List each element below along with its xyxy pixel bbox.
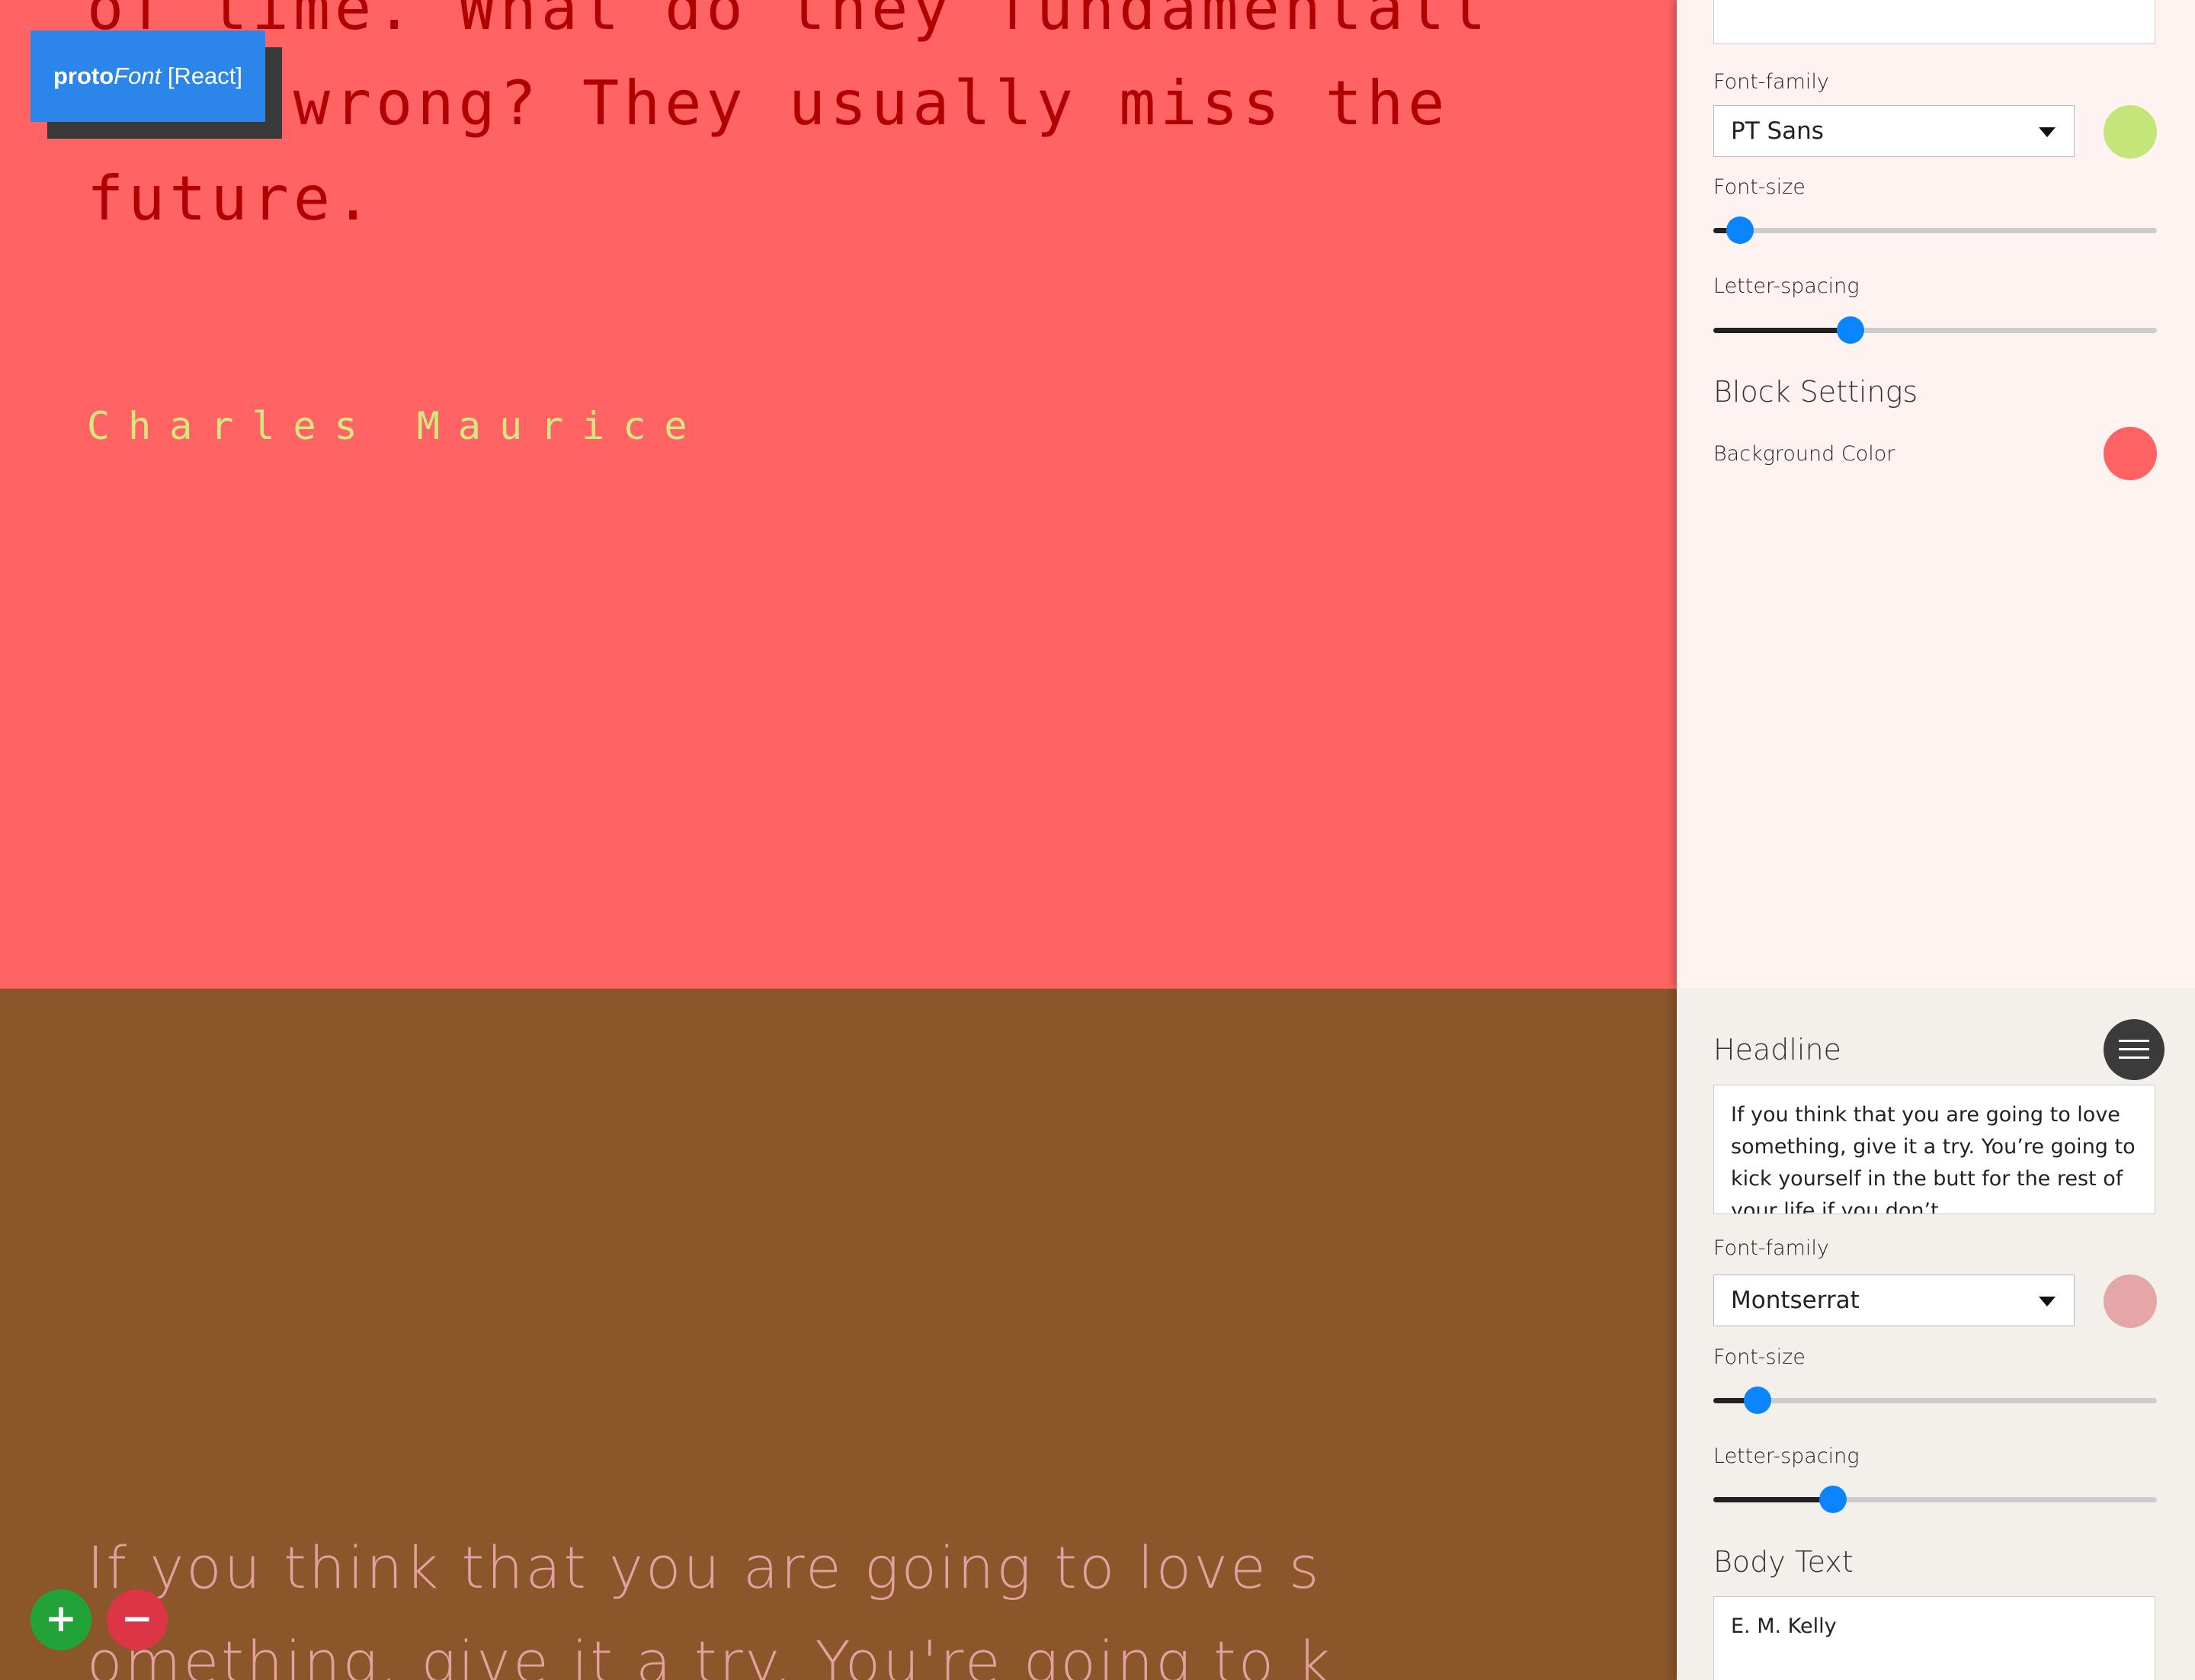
block-1-author-text: Charles Maurice — [87, 404, 706, 448]
add-block-button[interactable]: + — [30, 1589, 91, 1650]
body-text-input[interactable]: E. M. Kelly — [1713, 1596, 2155, 1680]
font-color-swatch[interactable] — [2104, 1274, 2157, 1328]
letter-spacing-label: Letter-spacing — [1713, 1444, 1860, 1468]
letter-spacing-slider[interactable] — [1713, 315, 2157, 345]
font-family-value: PT Sans — [1731, 117, 1824, 145]
headline-textarea[interactable]: If you think that you are going to love … — [1713, 1085, 2155, 1214]
chevron-down-icon — [2039, 1297, 2056, 1306]
app-logo[interactable]: protoFont [React] — [30, 30, 282, 139]
content-block-1: of time. What do they fundamentall y do … — [0, 0, 2195, 989]
slider-thumb[interactable] — [1726, 216, 1754, 244]
block-settings-heading: Block Settings — [1713, 375, 1918, 409]
font-family-select[interactable]: PT Sans — [1713, 105, 2075, 157]
slider-track — [1713, 1398, 2157, 1403]
slider-fill — [1713, 328, 1851, 333]
background-color-swatch[interactable] — [2104, 427, 2157, 480]
font-family-value: Montserrat — [1731, 1287, 1860, 1314]
slider-track — [1713, 228, 2157, 233]
font-family-label: Font-family — [1713, 1236, 1829, 1260]
block-1-headline-input[interactable] — [1713, 0, 2155, 44]
font-size-slider[interactable] — [1713, 1385, 2157, 1415]
slider-thumb[interactable] — [1744, 1387, 1772, 1414]
background-color-label: Background Color — [1713, 442, 1895, 466]
letter-spacing-slider[interactable] — [1713, 1484, 2157, 1515]
block-2-settings-panel: Headline If you think that you are going… — [1677, 989, 2195, 1680]
slider-thumb[interactable] — [1819, 1486, 1847, 1513]
logo-face: protoFont [React] — [30, 30, 265, 122]
font-family-label: Font-family — [1713, 70, 1829, 94]
chevron-down-icon — [2039, 127, 2056, 137]
body-text-heading: Body Text — [1713, 1545, 1854, 1579]
font-color-swatch[interactable] — [2104, 105, 2157, 159]
headline-heading: Headline — [1713, 1033, 1841, 1066]
remove-block-button[interactable]: − — [107, 1589, 168, 1650]
block-2-canvas[interactable]: If you think that you are going to love … — [0, 989, 1677, 1680]
font-size-label: Font-size — [1713, 1345, 1806, 1369]
slider-fill — [1713, 1497, 1834, 1502]
font-family-select[interactable]: Montserrat — [1713, 1274, 2075, 1326]
slider-thumb[interactable] — [1837, 316, 1865, 344]
font-size-label: Font-size — [1713, 175, 1806, 199]
block-2-headline-text: If you think that you are going to love … — [87, 1534, 1333, 1680]
hamburger-menu-icon[interactable] — [2104, 1019, 2165, 1080]
font-size-slider[interactable] — [1713, 215, 2157, 245]
block-1-canvas[interactable]: of time. What do they fundamentall y do … — [0, 0, 1677, 989]
block-1-settings-panel: Font-family PT Sans Font-size Letter-spa… — [1677, 0, 2195, 989]
letter-spacing-label: Letter-spacing — [1713, 274, 1860, 298]
content-block-2: If you think that you are going to love … — [0, 989, 2195, 1680]
block-1-headline-text: of time. What do they fundamentall y do … — [87, 0, 1491, 234]
